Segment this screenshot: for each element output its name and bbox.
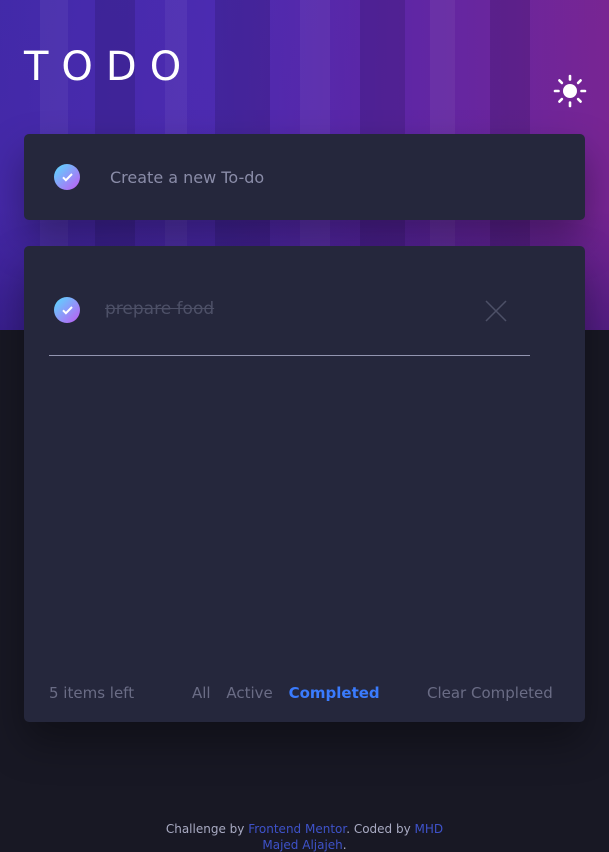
attribution: Challenge by Frontend Mentor. Coded by M… bbox=[0, 821, 609, 852]
filter-completed[interactable]: Completed bbox=[289, 682, 380, 704]
check-icon bbox=[61, 172, 73, 182]
close-icon bbox=[485, 300, 507, 322]
list-footer: 5 items left All Active Completed Clear … bbox=[24, 682, 585, 704]
filter-all[interactable]: All bbox=[192, 682, 211, 704]
frontend-mentor-link[interactable]: Frontend Mentor bbox=[248, 822, 346, 836]
todo-complete-toggle[interactable] bbox=[54, 297, 80, 323]
attribution-prefix: Challenge by bbox=[165, 822, 245, 836]
attribution-suffix: . bbox=[342, 838, 347, 852]
app-title: TODO bbox=[24, 44, 195, 90]
todo-text[interactable]: prepare food bbox=[105, 298, 214, 320]
create-todo-input[interactable] bbox=[110, 162, 550, 192]
create-check-button[interactable] bbox=[54, 164, 80, 190]
clear-completed-button[interactable]: Clear Completed bbox=[427, 682, 553, 704]
theme-toggle-button[interactable] bbox=[553, 74, 587, 108]
author-link-first[interactable]: MHD bbox=[415, 822, 444, 836]
author-link-second[interactable]: Majed Aljajeh bbox=[262, 838, 342, 852]
attribution-middle: . Coded by bbox=[346, 822, 411, 836]
filter-active[interactable]: Active bbox=[226, 682, 272, 704]
check-icon bbox=[61, 305, 73, 315]
delete-todo-button[interactable] bbox=[484, 299, 508, 323]
create-todo-card bbox=[24, 134, 585, 220]
filter-group: All Active Completed bbox=[192, 682, 391, 704]
sun-icon bbox=[553, 74, 587, 108]
divider bbox=[49, 355, 530, 356]
items-left-count: 5 items left bbox=[49, 684, 135, 702]
page: TODO Create a new To-do prepare food 5 i… bbox=[0, 0, 609, 852]
todo-list-card: prepare food 5 items left All Active Com… bbox=[24, 246, 585, 722]
